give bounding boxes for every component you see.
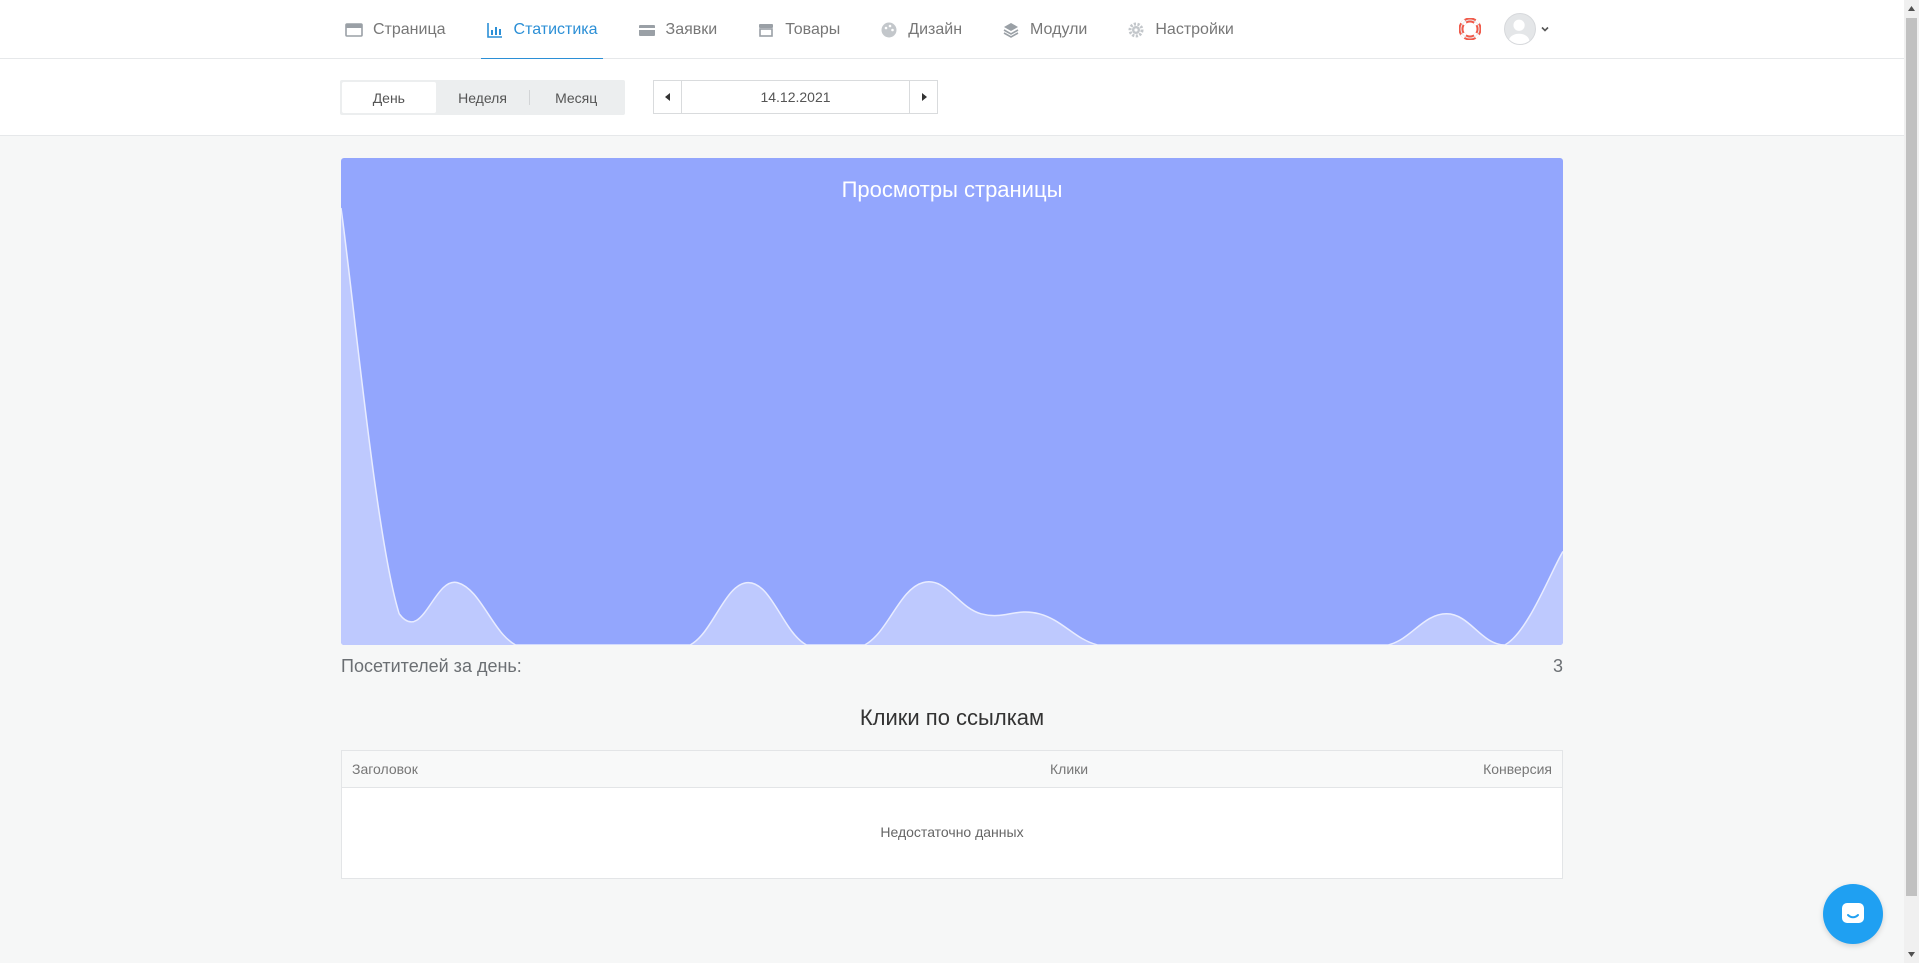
user-menu[interactable] bbox=[1504, 13, 1550, 45]
main-nav: Страница Статистика Заявки Товары Дизайн bbox=[340, 0, 1269, 60]
gear-icon bbox=[1127, 21, 1145, 39]
credit-card-icon bbox=[638, 21, 656, 39]
nav-item-design[interactable]: Дизайн bbox=[875, 0, 967, 59]
nav-label: Модули bbox=[1030, 20, 1088, 38]
visitors-summary: Посетителей за день: 3 bbox=[341, 656, 1563, 677]
visitors-label: Посетителей за день: bbox=[341, 656, 522, 676]
user-avatar-icon bbox=[1504, 13, 1536, 45]
nav-label: Товары bbox=[785, 20, 841, 38]
page-views-line bbox=[341, 207, 1563, 645]
help-button[interactable] bbox=[1458, 17, 1482, 41]
column-header-title[interactable]: Заголовок bbox=[352, 751, 418, 787]
page-scrollbar[interactable] bbox=[1904, 0, 1919, 963]
nav-label: Дизайн bbox=[908, 20, 963, 38]
scrollbar-thumb[interactable] bbox=[1906, 18, 1917, 896]
scroll-down-button[interactable] bbox=[1904, 946, 1919, 963]
nav-item-settings[interactable]: Настройки bbox=[1122, 0, 1238, 59]
page-views-chart-svg bbox=[341, 207, 1563, 645]
column-header-clicks[interactable]: Клики bbox=[1050, 751, 1088, 787]
column-header-conversion[interactable]: Конверсия bbox=[1483, 751, 1552, 787]
nav-item-statistics[interactable]: Статистика bbox=[480, 0, 603, 60]
date-navigator: 14.12.2021 bbox=[653, 80, 938, 114]
current-date[interactable]: 14.12.2021 bbox=[682, 81, 909, 113]
bar-chart-icon bbox=[486, 21, 504, 39]
chat-button[interactable] bbox=[1823, 884, 1883, 944]
lifebuoy-icon bbox=[1458, 17, 1482, 41]
page-views-area bbox=[341, 208, 1563, 645]
link-clicks-title: Клики по ссылкам bbox=[859, 705, 1045, 730]
scroll-up-button[interactable] bbox=[1904, 0, 1919, 17]
page-icon bbox=[345, 21, 363, 39]
nav-item-page[interactable]: Страница bbox=[340, 0, 451, 59]
page-views-chart: Просмотры страницы bbox=[341, 158, 1563, 645]
top-navigation-bar: Страница Статистика Заявки Товары Дизайн bbox=[0, 0, 1904, 60]
caret-right-icon bbox=[921, 93, 927, 101]
nav-label: Статистика bbox=[513, 20, 598, 38]
nav-label: Страница bbox=[373, 20, 446, 38]
period-day[interactable]: День bbox=[342, 82, 436, 113]
period-selector: День Неделя Месяц bbox=[340, 80, 625, 115]
caret-left-icon bbox=[664, 93, 670, 101]
store-icon bbox=[757, 21, 775, 39]
nav-label: Заявки bbox=[665, 20, 718, 38]
visitors-count: 3 bbox=[1552, 656, 1563, 676]
nav-item-requests[interactable]: Заявки bbox=[633, 0, 723, 59]
empty-state-message: Недостаточно данных bbox=[880, 824, 1024, 840]
next-date-button[interactable] bbox=[909, 81, 937, 113]
nav-item-modules[interactable]: Модули bbox=[997, 0, 1092, 59]
period-week[interactable]: Неделя bbox=[436, 82, 530, 113]
period-month[interactable]: Месяц bbox=[529, 82, 623, 113]
table-header: Заголовок Клики Конверсия bbox=[342, 751, 1562, 788]
layers-icon bbox=[1002, 21, 1020, 39]
link-clicks-table: Заголовок Клики Конверсия Недостаточно д… bbox=[341, 750, 1563, 879]
nav-item-products[interactable]: Товары bbox=[752, 0, 845, 59]
chart-title: Просмотры страницы bbox=[841, 177, 1063, 202]
scroll-down-arrow-icon bbox=[1908, 952, 1915, 957]
palette-icon bbox=[880, 21, 898, 39]
chevron-down-icon bbox=[1541, 26, 1549, 32]
prev-date-button[interactable] bbox=[654, 81, 682, 113]
chat-icon bbox=[1842, 903, 1864, 923]
stats-toolbar: День Неделя Месяц 14.12.2021 bbox=[0, 59, 1904, 136]
nav-label: Настройки bbox=[1155, 20, 1234, 38]
scroll-up-arrow-icon bbox=[1908, 6, 1915, 11]
